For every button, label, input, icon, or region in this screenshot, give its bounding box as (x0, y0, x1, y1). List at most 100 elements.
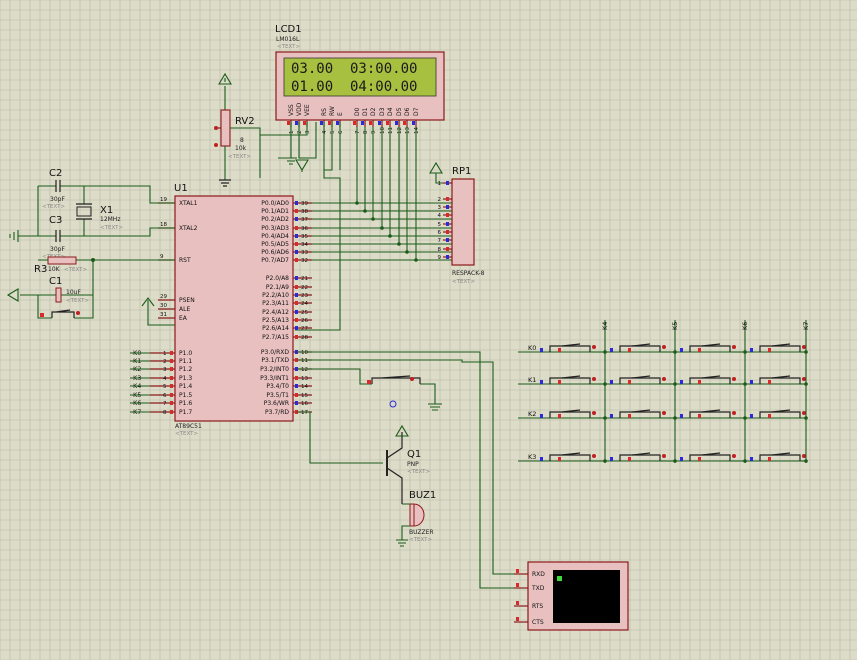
u1-pin-number: 8 (163, 410, 167, 416)
u1-pin-label: P3.2/INT0 (260, 366, 289, 373)
u1-pin-label: PSEN (179, 297, 195, 304)
rp1-body (451, 178, 475, 266)
u1-pin-number: 38 (301, 209, 308, 215)
keypad-col-label: K7 (802, 322, 810, 330)
u1-pin-number: 35 (301, 234, 308, 240)
u1-pin-label: P1.5 (179, 392, 192, 399)
r3-value: 10K (48, 266, 61, 273)
u1-pin-label: XTAL2 (179, 225, 198, 232)
schematic-canvas[interactable]: LCD1 LM016L <TEXT> 03.00 03:00.00 01.00 … (0, 0, 857, 660)
rp1-pin-number: 3 (438, 205, 442, 211)
u1-pin-label: P2.0/A8 (266, 275, 289, 282)
lcd-vss-ground (278, 122, 297, 165)
u1-pin-label: P2.3/A11 (262, 300, 289, 307)
u1-pin-number: 30 (160, 303, 167, 309)
virtual-terminal[interactable]: RXD TXD RTS CTS (514, 561, 629, 631)
lcd-pin-label: D4 (387, 107, 394, 116)
u1-pin-number: 15 (301, 393, 308, 399)
lcd-pin-label: D3 (379, 107, 386, 116)
u1-pin-label: P1.0 (179, 350, 192, 357)
rv2-value: 10k (235, 145, 247, 152)
lcd-pin-number: 1 (289, 131, 295, 135)
lcd-pin-number: 2 (297, 131, 303, 135)
u1-pin-number: 33 (301, 250, 308, 256)
u1-pin-label: P2.6/A14 (262, 325, 289, 332)
q1-placeholder: <TEXT> (407, 469, 430, 475)
u1-pin-label: P3.6/WR (264, 400, 289, 407)
keypad-row-label: K0 (528, 344, 536, 352)
buz1-placeholder: <TEXT> (409, 537, 432, 543)
u1-pin-label: P0.1/AD1 (261, 208, 289, 215)
keypad-row-label: K2 (528, 410, 536, 418)
u1-pin-label: P1.6 (179, 400, 192, 407)
u1-pin-label: P1.2 (179, 366, 192, 373)
r3-placeholder: <TEXT> (64, 267, 87, 273)
buzzer-body (409, 503, 425, 527)
u1-pin-label: RST (179, 257, 191, 264)
lcd-pin-label: D6 (404, 107, 411, 116)
rv2-vcc-symbol (218, 72, 232, 85)
rv2-ground (219, 179, 231, 187)
keypad-row-label: K1 (528, 376, 536, 384)
rp1-placeholder: <TEXT> (452, 279, 475, 285)
lcd-pin-number: 12 (397, 127, 403, 134)
lcd-pin-label: E (337, 112, 344, 116)
lcd-placeholder: <TEXT> (277, 44, 300, 50)
u1-pin-number: 39 (301, 201, 308, 207)
u1-pin-number: 9 (160, 254, 164, 260)
u1-pin-label: P0.2/AD2 (261, 216, 289, 223)
terminal-pin-label: RTS (532, 603, 543, 610)
c1-value: 10uF (66, 289, 81, 296)
u1-pin-label: P2.1/A9 (266, 284, 289, 291)
lcd-line-1: 03.00 03:00.00 (291, 61, 417, 77)
keypad-row-label: K3 (528, 453, 536, 461)
u1-pin-label: P3.1/TXD (261, 357, 289, 364)
u1-pin-number: 19 (160, 197, 167, 203)
u1-pin-number: 3 (163, 367, 167, 373)
u1-pin-label: P3.5/T1 (266, 392, 289, 399)
u1-pin-label: P1.4 (179, 383, 192, 390)
x1-ref: X1 (100, 205, 113, 216)
u1-model: AT89C51 (175, 423, 202, 430)
u1-pin-label: P3.4/T0 (266, 383, 289, 390)
lcd-pin-number: 6 (338, 130, 344, 134)
u1-pin-number: 10 (301, 350, 308, 356)
u1-pin-number: 16 (301, 401, 308, 407)
u1-pin-label: P2.2/A10 (262, 292, 289, 299)
lcd-pin-label: VEE (304, 104, 311, 116)
u1-pin-number: 23 (301, 293, 308, 299)
u1-pin-number: 28 (301, 335, 308, 341)
rp1[interactable]: RP1 RESPACK-8 <TEXT> 1 2 3 4 5 6 7 8 9 (429, 161, 485, 285)
u1-pin-number: 37 (301, 217, 308, 223)
rp1-pin-number: 7 (438, 238, 442, 244)
terminal-pin-label: TXD (531, 585, 545, 592)
u1-pin-label: P3.0/RXD (261, 349, 289, 356)
buz1-ref: BUZ1 (409, 490, 436, 501)
terminal-pin-label: CTS (532, 619, 544, 626)
buz1-model: BUZZER (409, 529, 434, 536)
u1-pin-number: 6 (163, 393, 167, 399)
lcd-pin-label: VSS (288, 104, 295, 116)
c2-ref: C2 (49, 168, 62, 179)
keypad-col-label: K6 (741, 322, 749, 330)
rp1-model: RESPACK-8 (452, 270, 485, 277)
q1-ref: Q1 (407, 449, 421, 460)
lcd1[interactable]: LCD1 LM016L <TEXT> 03.00 03:00.00 01.00 … (275, 24, 445, 135)
keypad-matrix[interactable]: K0 K1 K2 K3 K4 K5 K6 K7 (518, 320, 810, 463)
x1-placeholder: <TEXT> (100, 225, 123, 231)
u1-pin-label: P0.6/AD6 (261, 249, 289, 256)
lcd-ref: LCD1 (275, 24, 302, 35)
lcd-pin-label: D1 (362, 107, 369, 116)
r3-body (47, 256, 77, 265)
u1-pin-number: 24 (301, 301, 308, 307)
rp1-pin-number: 4 (438, 213, 442, 219)
u1-pin-label: P3.3/INT1 (260, 375, 289, 382)
c1-placeholder: <TEXT> (66, 298, 89, 304)
lcd-model: LM016L (276, 36, 300, 43)
u1-pin-number: 11 (301, 358, 308, 364)
u1-pin-label: P2.5/A13 (262, 317, 289, 324)
c1-body (55, 287, 62, 303)
u1-pin-label: XTAL1 (179, 200, 198, 207)
x1-value: 12MHz (100, 216, 120, 223)
c3-ref: C3 (49, 215, 62, 226)
